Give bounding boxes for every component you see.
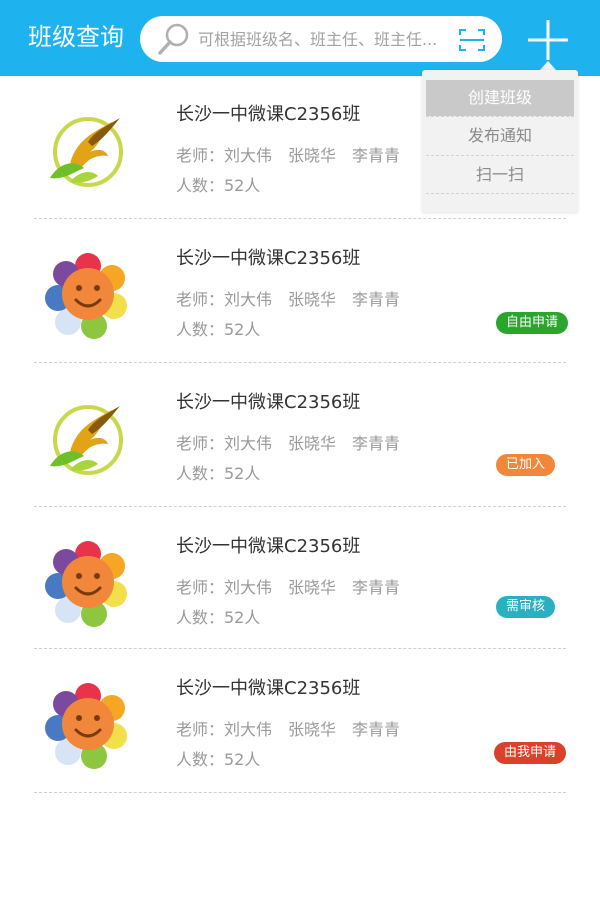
- class-teachers: 老师：刘大伟 张晓华 李青青: [176, 578, 401, 597]
- class-name: 长沙一中微课C2356班: [176, 248, 361, 269]
- class-card[interactable]: 长沙一中微课C2356班 老师：刘大伟 张晓华 李青青 人数：52人 由我申请: [0, 650, 600, 796]
- page-title: 班级查询: [28, 23, 124, 51]
- status-badge[interactable]: 需审核: [496, 596, 556, 618]
- plus-icon[interactable]: [526, 18, 570, 62]
- class-teachers: 老师：刘大伟 张晓华 李青青: [176, 720, 401, 739]
- menu-divider: [426, 193, 574, 194]
- add-menu: 创建班级 发布通知 扫一扫: [422, 70, 578, 212]
- menu-item-publish-notice[interactable]: 发布通知: [426, 118, 574, 154]
- status-badge[interactable]: 已加入: [496, 454, 556, 476]
- class-card[interactable]: 长沙一中微课C2356班 老师：刘大伟 张晓华 李青青 人数：52人 需审核: [0, 508, 600, 654]
- list-divider: [34, 362, 566, 363]
- class-teachers: 老师：刘大伟 张晓华 李青青: [176, 434, 401, 453]
- class-name: 长沙一中微课C2356班: [176, 536, 361, 557]
- menu-divider: [426, 155, 574, 156]
- scan-icon[interactable]: [458, 28, 486, 52]
- class-count: 人数：52人: [176, 464, 261, 483]
- flower-logo: [45, 541, 127, 627]
- list-divider: [34, 648, 566, 649]
- class-name: 长沙一中微课C2356班: [176, 104, 361, 125]
- class-count: 人数：52人: [176, 750, 261, 769]
- class-teachers: 老师：刘大伟 张晓华 李青青: [176, 146, 401, 165]
- class-count: 人数：52人: [176, 608, 261, 627]
- menu-item-create-class[interactable]: 创建班级: [426, 80, 574, 116]
- status-badge[interactable]: 自由申请: [496, 312, 569, 334]
- flower-logo: [45, 683, 127, 769]
- flower-logo: [45, 253, 127, 339]
- top-bar: 班级查询: [0, 0, 600, 76]
- search-input[interactable]: [198, 16, 453, 62]
- status-badge[interactable]: 由我申请: [494, 742, 567, 764]
- search-icon[interactable]: [156, 22, 192, 56]
- class-name: 长沙一中微课C2356班: [176, 392, 361, 413]
- dropdown-caret: [540, 61, 556, 70]
- list-divider: [34, 792, 566, 793]
- class-count: 人数：52人: [176, 320, 261, 339]
- class-teachers: 老师：刘大伟 张晓华 李青青: [176, 290, 401, 309]
- list-divider: [34, 506, 566, 507]
- phoenix-logo: [50, 117, 123, 187]
- class-name: 长沙一中微课C2356班: [176, 678, 361, 699]
- menu-item-scan[interactable]: 扫一扫: [426, 157, 574, 193]
- class-card[interactable]: 长沙一中微课C2356班 老师：刘大伟 张晓华 李青青 人数：52人 自由申请: [0, 220, 600, 366]
- class-card[interactable]: 长沙一中微课C2356班 老师：刘大伟 张晓华 李青青 人数：52人 已加入: [0, 364, 600, 510]
- search-box[interactable]: [140, 16, 502, 62]
- menu-divider: [426, 116, 574, 117]
- list-divider: [34, 218, 566, 219]
- phoenix-logo: [50, 405, 123, 475]
- class-count: 人数：52人: [176, 176, 261, 195]
